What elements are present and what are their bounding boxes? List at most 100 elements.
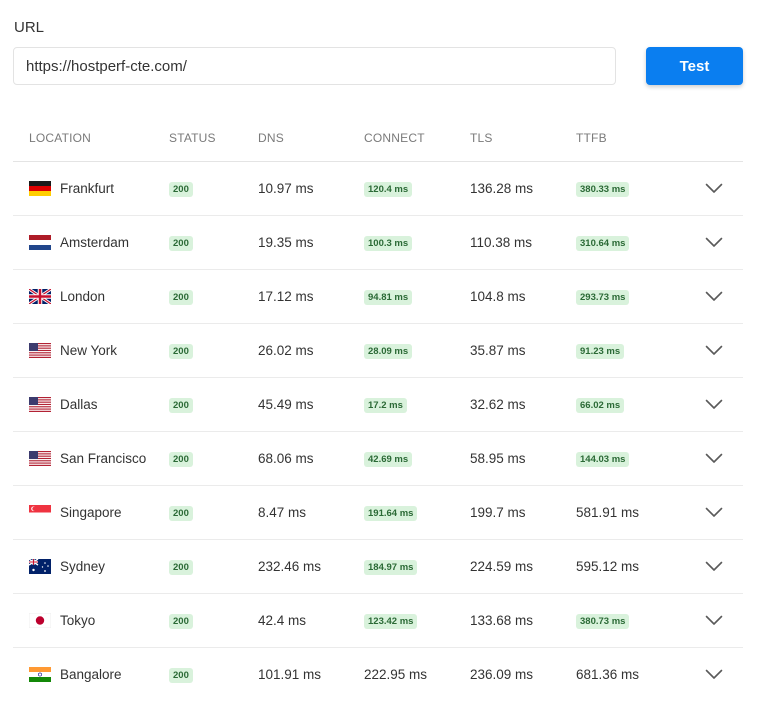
results-table: LOCATION STATUS DNS CONNECT TLS TTFB Fra… (13, 115, 743, 701)
ttfb-cell: 380.33 ms (576, 161, 681, 216)
expand-cell[interactable] (681, 593, 743, 648)
expand-cell[interactable] (681, 539, 743, 594)
netherlands-flag-icon (29, 234, 51, 250)
table-row[interactable]: Sydney 200 232.46 ms 184.97 ms 224.59 ms 595.… (13, 539, 743, 594)
dns-cell: 232.46 ms (258, 539, 364, 594)
location-name: New York (60, 342, 118, 358)
dns-cell: 101.91 ms (258, 666, 322, 682)
location-cell: Singapore (13, 485, 169, 540)
chevron-down-icon[interactable] (705, 615, 723, 626)
expand-cell[interactable] (681, 161, 743, 216)
chevron-down-icon[interactable] (705, 291, 723, 302)
status-cell: 200 (169, 323, 258, 378)
table-row[interactable]: Bangalore 200 101.91 ms 222.95 ms 236.09 ms 6… (13, 647, 743, 701)
tls-cell: 32.62 ms (470, 377, 576, 432)
header-connect: CONNECT (364, 115, 470, 162)
us-flag-icon (29, 396, 51, 412)
us-flag-icon (29, 342, 51, 358)
expand-cell[interactable] (681, 215, 743, 270)
connect-value: 222.95 ms (364, 666, 428, 682)
ttfb-cell: 310.64 ms (576, 215, 681, 270)
chevron-down-icon[interactable] (705, 507, 723, 518)
expand-cell[interactable] (681, 323, 743, 378)
chevron-down-icon[interactable] (705, 561, 723, 572)
status-badge: 200 (169, 613, 193, 629)
dns-cell: 68.06 ms (258, 431, 364, 486)
connect-value: 17.2 ms (364, 397, 407, 413)
ttfb-value: 380.33 ms (576, 181, 630, 197)
location-cell: Tokyo (13, 593, 169, 648)
expand-cell[interactable] (681, 431, 743, 486)
connect-value: 42.69 ms (364, 451, 413, 467)
chevron-down-icon[interactable] (705, 237, 723, 248)
connect-cell: 191.64 ms (364, 485, 470, 540)
chevron-down-icon[interactable] (705, 399, 723, 410)
tls-cell: 136.28 ms (470, 161, 576, 216)
location-name: Singapore (60, 504, 122, 520)
chevron-down-icon[interactable] (705, 453, 723, 464)
status-badge: 200 (169, 505, 193, 521)
germany-flag-icon (29, 180, 51, 196)
header-ttfb: TTFB (576, 115, 681, 162)
connect-cell: 100.3 ms (364, 215, 470, 270)
location-name: Sydney (60, 558, 106, 574)
chevron-down-icon[interactable] (705, 345, 723, 356)
status-cell: 200 (169, 431, 258, 486)
us-flag-icon (29, 450, 51, 466)
tls-cell: 133.68 ms (470, 593, 576, 648)
expand-cell[interactable] (681, 647, 743, 701)
dns-cell: 45.49 ms (258, 377, 364, 432)
location-name: Tokyo (60, 612, 96, 628)
table-row[interactable]: San Francisco 200 68.06 ms 42.69 ms 58.95 ms… (13, 431, 743, 486)
connect-cell: 28.09 ms (364, 323, 470, 378)
dns-cell: 19.35 ms (258, 215, 364, 270)
ttfb-value: 310.64 ms (576, 235, 630, 251)
connect-cell: 222.95 ms (364, 647, 470, 701)
status-badge: 200 (169, 343, 193, 359)
status-cell: 200 (169, 647, 258, 701)
tls-cell: 236.09 ms (470, 666, 534, 682)
test-button[interactable]: Test (646, 47, 743, 85)
table-row[interactable]: Frankfurt 200 10.97 ms 120.4 ms 136.28 ms 380… (13, 161, 743, 216)
ttfb-value: 581.91 ms (576, 504, 640, 520)
location-cell: Frankfurt (13, 161, 169, 216)
header-status: STATUS (169, 115, 258, 162)
location-name: Frankfurt (60, 180, 115, 196)
table-row[interactable]: New York 200 26.02 ms 28.09 ms 35.87 ms 91.23… (13, 323, 743, 378)
status-badge: 200 (169, 181, 193, 197)
ttfb-value: 293.73 ms (576, 289, 630, 305)
ttfb-cell: 581.91 ms (576, 485, 681, 540)
chevron-down-icon[interactable] (705, 183, 723, 194)
expand-cell[interactable] (681, 377, 743, 432)
india-flag-icon (29, 666, 51, 682)
connect-value: 191.64 ms (364, 505, 418, 521)
table-row[interactable]: Tokyo 200 42.4 ms 123.42 ms 133.68 ms 380.73 … (13, 593, 743, 648)
ttfb-cell: 144.03 ms (576, 431, 681, 486)
chevron-down-icon[interactable] (705, 669, 723, 680)
expand-cell[interactable] (681, 269, 743, 324)
location-name: London (60, 288, 106, 304)
table-row[interactable]: Singapore 200 8.47 ms 191.64 ms 199.7 ms 581.… (13, 485, 743, 540)
status-cell: 200 (169, 593, 258, 648)
location-name: Bangalore (60, 666, 122, 682)
location-cell: Sydney (13, 539, 169, 594)
status-cell: 200 (169, 161, 258, 216)
table-row[interactable]: Dallas 200 45.49 ms 17.2 ms 32.62 ms 66.02 ms (13, 377, 743, 432)
connect-cell: 42.69 ms (364, 431, 470, 486)
status-cell: 200 (169, 269, 258, 324)
expand-cell[interactable] (681, 485, 743, 540)
status-badge: 200 (169, 559, 193, 575)
location-cell: Dallas (13, 377, 169, 432)
dns-cell: 42.4 ms (258, 593, 364, 648)
location-cell: London (13, 269, 169, 324)
status-cell: 200 (169, 539, 258, 594)
url-input[interactable] (13, 47, 616, 85)
header-location: LOCATION (13, 115, 169, 162)
table-row[interactable]: Amsterdam 200 19.35 ms 100.3 ms 110.38 ms 310… (13, 215, 743, 270)
location-name: San Francisco (60, 450, 147, 466)
header-expand (681, 115, 743, 162)
status-badge: 200 (169, 289, 193, 305)
table-row[interactable]: London 200 17.12 ms 94.81 ms 104.8 ms 293.73 … (13, 269, 743, 324)
status-badge: 200 (169, 235, 193, 251)
connect-cell: 17.2 ms (364, 377, 470, 432)
